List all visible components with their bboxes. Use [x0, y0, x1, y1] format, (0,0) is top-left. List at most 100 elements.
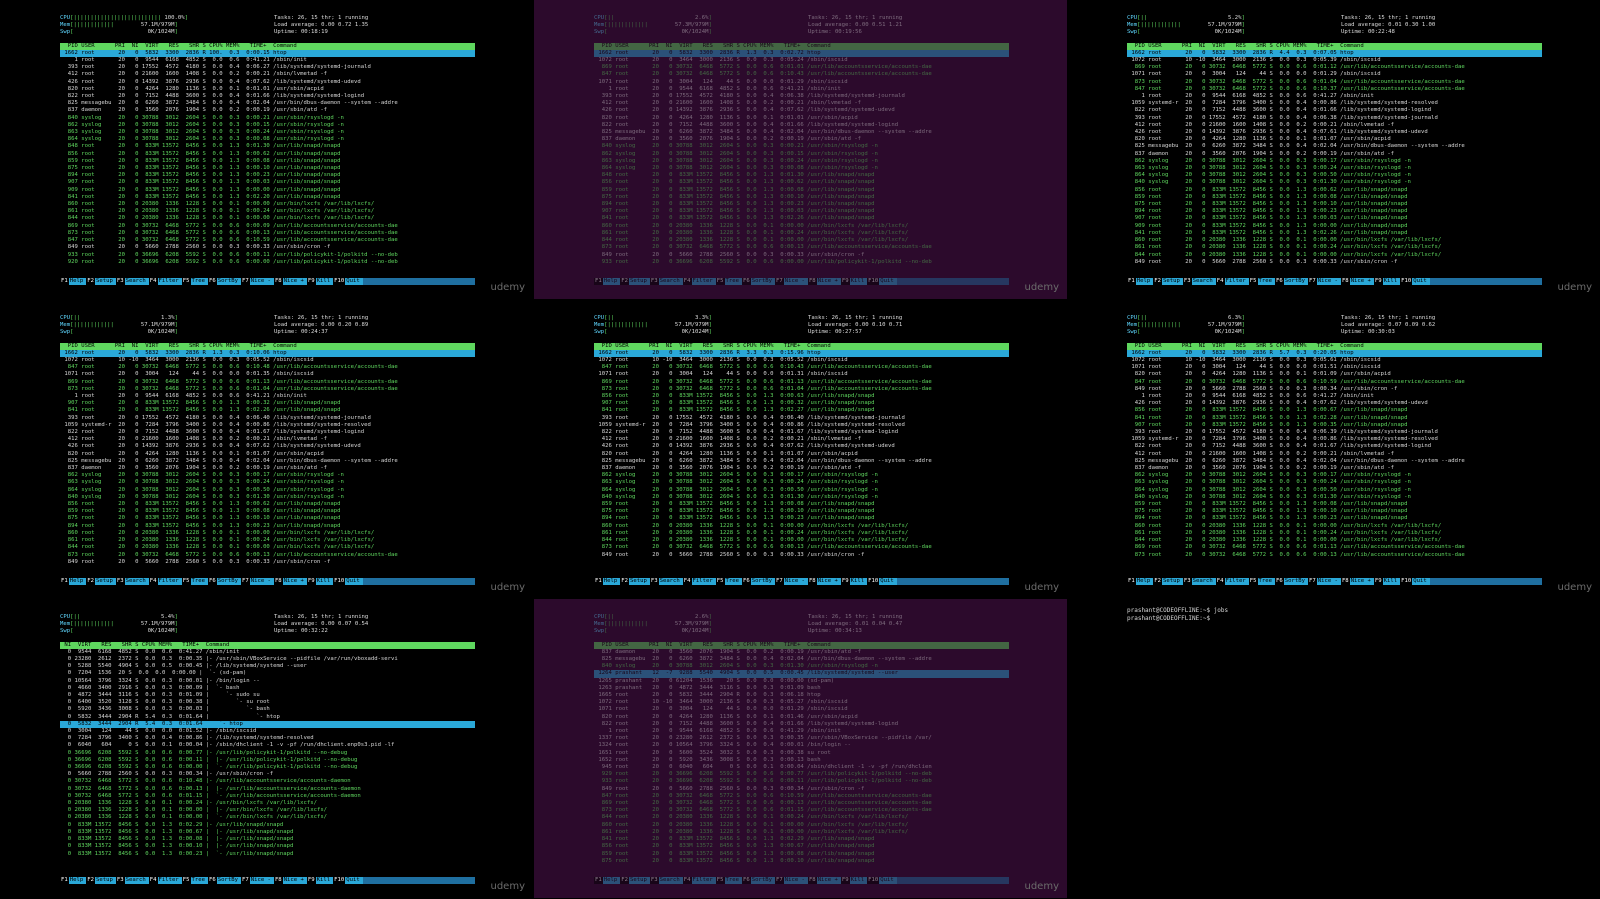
- process-row[interactable]: 847 root 20 0 30732 6468 5772 S 0.0 0.6 …: [60, 237, 475, 244]
- function-key-f10[interactable]: F10: [867, 577, 880, 585]
- process-row[interactable]: 1324 root 20 0 10564 3796 3324 S 0.0 0.4…: [594, 742, 1009, 749]
- process-column-header[interactable]: PID USER PRI NI VIRT RES SHR S CPU% MEM%…: [594, 641, 1009, 649]
- function-key-f3[interactable]: F3: [115, 876, 125, 884]
- terminal-panel-p2[interactable]: CPU[|| 2.6%] Mem[|||||||||||| 57.3M/979M]…: [534, 0, 1067, 299]
- function-key-label[interactable]: SortBy: [1283, 577, 1308, 585]
- process-row[interactable]: 873 root 20 0 30732 6468 5772 S 0.0 0.6 …: [60, 552, 475, 559]
- process-row[interactable]: 426 root 20 0 14392 3876 2936 S 0.0 0.4 …: [594, 443, 1009, 450]
- process-row[interactable]: 1059 systemd-r 20 0 7284 3796 3400 S 0.0…: [1127, 436, 1542, 443]
- process-row[interactable]: 856 root 20 0 833M 13572 8456 S 0.0 1.3 …: [594, 179, 1009, 186]
- process-row[interactable]: 840 syslog 20 0 30788 3012 2604 S 0.0 0.…: [60, 115, 475, 122]
- function-key-f4[interactable]: F4: [682, 277, 692, 285]
- function-key-f9[interactable]: F9: [306, 277, 316, 285]
- process-row[interactable]: 1 root 20 0 9544 6168 4852 S 0.0 0.6 0:4…: [594, 728, 1009, 735]
- process-row[interactable]: 1072 root 10 -10 3464 3000 2136 S 0.0 0.…: [594, 699, 1009, 706]
- function-key-f1[interactable]: F1: [594, 577, 603, 585]
- process-row[interactable]: 861 root 20 0 20380 1336 1228 S 0.0 0.1 …: [594, 230, 1009, 237]
- process-row[interactable]: 847 root 20 0 30732 6468 5772 S 0.0 0.6 …: [1127, 379, 1542, 386]
- function-key-label[interactable]: Nice -: [783, 277, 808, 285]
- process-row[interactable]: 859 root 20 0 833M 13572 8456 S 0.0 1.3 …: [1127, 194, 1542, 201]
- process-row[interactable]: 0 20380 1336 1228 S 0.0 0.1 0:00.24 |- /…: [60, 800, 475, 807]
- process-row[interactable]: 864 syslog 20 0 30788 3012 2604 S 0.0 0.…: [60, 487, 475, 494]
- function-key-f10[interactable]: F10: [1400, 577, 1413, 585]
- process-row-selected[interactable]: 1662 root 20 0 5832 3300 2836 R 5.7 0.3 …: [1127, 349, 1542, 358]
- process-row[interactable]: 844 root 20 0 20380 1336 1228 S 0.0 0.1 …: [60, 544, 475, 551]
- process-row[interactable]: 860 root 20 0 20380 1336 1228 S 0.0 0.1 …: [594, 223, 1009, 230]
- process-column-header[interactable]: PID USER PRI NI VIRT RES SHR S CPU% MEM%…: [1127, 42, 1542, 50]
- process-row[interactable]: 412 root 20 0 21600 1600 1408 S 0.0 0.2 …: [1127, 122, 1542, 129]
- process-row[interactable]: 1072 root 10 -10 3464 3000 2136 S 0.0 0.…: [1127, 57, 1542, 64]
- process-row[interactable]: 426 root 20 0 14392 3876 2936 S 0.0 0.4 …: [60, 443, 475, 450]
- process-row[interactable]: 1 root 20 0 9544 6168 4852 S 0.0 0.6 0:4…: [60, 393, 475, 400]
- function-key-f2[interactable]: F2: [86, 577, 95, 585]
- function-key-f5[interactable]: F5: [1248, 577, 1258, 585]
- process-column-header[interactable]: NI VIRT RES SHR S CPU% MEM% TIME+ Comman…: [60, 641, 475, 649]
- process-row-selected[interactable]: 1662 root 20 0 5832 3300 2836 R 1.3 0.3 …: [594, 49, 1009, 58]
- function-key-label[interactable]: Help: [602, 577, 621, 585]
- process-row[interactable]: 0 20380 1336 1228 S 0.0 0.1 0:00.00 | |-…: [60, 807, 475, 814]
- function-key-f1[interactable]: F1: [60, 577, 69, 585]
- process-row[interactable]: 0 36696 6208 5592 S 0.0 0.6 0:00.00 | `-…: [60, 764, 475, 771]
- process-row[interactable]: 862 syslog 20 0 30788 3012 2604 S 0.0 0.…: [594, 472, 1009, 479]
- process-row[interactable]: 412 root 20 0 21600 1600 1408 S 0.0 0.2 …: [594, 100, 1009, 107]
- process-row[interactable]: 873 root 20 0 30732 6468 5772 S 0.0 0.6 …: [594, 544, 1009, 551]
- process-row[interactable]: 859 root 20 0 833M 13572 8456 S 0.0 1.3 …: [594, 501, 1009, 508]
- process-row[interactable]: 862 syslog 20 0 30788 3012 2604 S 0.0 0.…: [1127, 158, 1542, 165]
- process-row[interactable]: 1 root 20 0 9544 6168 4852 S 0.0 0.6 0:4…: [1127, 93, 1542, 100]
- process-row[interactable]: 1 root 20 0 9544 6168 4852 S 0.0 0.6 0:4…: [60, 57, 475, 64]
- process-row[interactable]: 849 root 20 0 5660 2788 2560 S 0.0 0.3 0…: [1127, 386, 1542, 393]
- process-row[interactable]: 847 root 20 0 30732 6468 5772 S 0.0 0.6 …: [594, 364, 1009, 371]
- function-key-f1[interactable]: F1: [60, 876, 69, 884]
- process-row[interactable]: 873 root 20 0 30732 6468 5772 S 0.0 0.6 …: [1127, 79, 1542, 86]
- process-row[interactable]: 820 root 20 0 4264 1280 1136 S 0.0 0.1 0…: [594, 714, 1009, 721]
- process-row[interactable]: 1071 root 20 0 3004 124 44 S 0.0 0.0 0:0…: [594, 371, 1009, 378]
- process-row[interactable]: 837 daemon 20 0 3560 2076 1904 S 0.0 0.2…: [60, 465, 475, 472]
- process-row[interactable]: 863 syslog 20 0 30788 3012 2604 S 0.0 0.…: [594, 479, 1009, 486]
- process-row[interactable]: 840 syslog 20 0 30788 3012 2604 S 0.0 0.…: [60, 494, 475, 501]
- process-row[interactable]: 873 root 20 0 30732 6468 5772 S 0.0 0.6 …: [60, 386, 475, 393]
- process-row-selected[interactable]: 1662 root 20 0 5832 3300 2836 R 1.3 0.3 …: [60, 349, 475, 358]
- function-key-f4[interactable]: F4: [148, 876, 158, 884]
- function-key-label[interactable]: Kill: [315, 876, 334, 884]
- process-row[interactable]: 847 root 20 0 30732 6468 5772 S 0.0 0.6 …: [594, 71, 1009, 78]
- function-key-f3[interactable]: F3: [1182, 577, 1192, 585]
- process-row[interactable]: 0 3004 124 44 S 0.0 0.0 0:01.52 |- /sbin…: [60, 728, 475, 735]
- function-key-label[interactable]: Quit: [345, 876, 363, 884]
- process-row[interactable]: 822 root 20 0 7152 4488 3600 S 0.0 0.4 0…: [60, 429, 475, 436]
- function-key-f10[interactable]: F10: [333, 577, 346, 585]
- function-key-label[interactable]: Search: [1191, 577, 1216, 585]
- process-row[interactable]: 933 root 20 0 36696 6208 5592 S 0.0 0.6 …: [594, 778, 1009, 785]
- function-key-label[interactable]: SortBy: [216, 577, 241, 585]
- function-key-label[interactable]: Setup: [1161, 277, 1183, 285]
- function-key-label[interactable]: Tree: [190, 577, 208, 585]
- process-row[interactable]: 859 root 20 0 833M 13572 8456 S 0.0 1.3 …: [594, 187, 1009, 194]
- process-row[interactable]: 822 root 20 0 7152 4488 3600 S 0.0 0.4 0…: [1127, 443, 1542, 450]
- process-row[interactable]: 1059 systemd-r 20 0 7284 3796 3400 S 0.0…: [594, 422, 1009, 429]
- function-key-label[interactable]: Nice -: [249, 277, 274, 285]
- function-key-label[interactable]: SortBy: [750, 876, 775, 884]
- process-row[interactable]: 909 root 20 0 833M 13572 8456 S 0.0 1.3 …: [1127, 223, 1542, 230]
- function-key-label[interactable]: Setup: [628, 277, 650, 285]
- process-row[interactable]: 863 syslog 20 0 30788 3012 2604 S 0.0 0.…: [1127, 479, 1542, 486]
- process-row[interactable]: 844 root 20 0 20380 1336 1228 S 0.0 0.1 …: [60, 215, 475, 222]
- process-row[interactable]: 426 root 20 0 14392 3876 2936 S 0.0 0.4 …: [594, 107, 1009, 114]
- process-row[interactable]: 847 root 20 0 30732 6468 5772 S 0.0 0.6 …: [60, 364, 475, 371]
- process-row[interactable]: 1072 root 10 -10 3464 3000 2136 S 0.0 0.…: [60, 357, 475, 364]
- function-key-label[interactable]: Filter: [691, 277, 716, 285]
- process-row[interactable]: 0 4872 3444 3116 S 0.0 0.3 0:01.09 | `- …: [60, 692, 475, 699]
- process-row[interactable]: 0 5920 3436 3008 S 0.0 0.3 0:00.03 | `- …: [60, 706, 475, 713]
- function-key-label[interactable]: Kill: [315, 577, 334, 585]
- process-row[interactable]: 820 root 20 0 4264 1280 1136 S 0.0 0.1 0…: [1127, 136, 1542, 143]
- process-row[interactable]: 875 root 20 0 833M 13572 8456 S 0.0 1.3 …: [60, 165, 475, 172]
- function-key-label[interactable]: Quit: [1412, 277, 1430, 285]
- function-key-label[interactable]: Filter: [1224, 277, 1249, 285]
- function-key-f7[interactable]: F7: [240, 577, 250, 585]
- process-row[interactable]: 863 syslog 20 0 30788 3012 2604 S 0.0 0.…: [594, 158, 1009, 165]
- process-row[interactable]: 847 root 20 0 30732 6468 5772 S 0.0 0.6 …: [594, 793, 1009, 800]
- process-row[interactable]: 920 root 20 0 36696 6208 5592 S 0.0 0.6 …: [60, 259, 475, 266]
- process-column-header[interactable]: PID USER PRI NI VIRT RES SHR S CPU% MEM%…: [60, 342, 475, 350]
- process-row[interactable]: 841 root 20 0 833M 13572 8456 S 0.0 1.3 …: [594, 407, 1009, 414]
- function-key-label[interactable]: Nice +: [282, 876, 307, 884]
- function-key-label[interactable]: Nice +: [816, 277, 841, 285]
- process-row[interactable]: 894 root 20 0 833M 13572 8456 S 0.0 1.3 …: [1127, 208, 1542, 215]
